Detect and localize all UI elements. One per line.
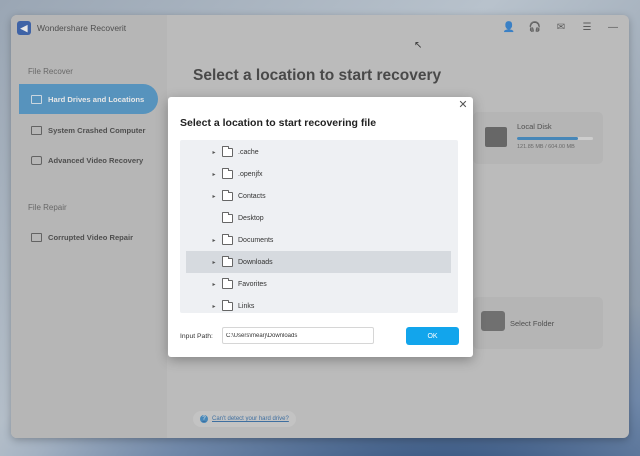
folder-icon xyxy=(222,255,233,267)
ok-button[interactable]: OK xyxy=(406,327,459,345)
tree-row-label: Favorites xyxy=(238,280,267,288)
dialog-title: Select a location to start recovering fi… xyxy=(180,117,377,129)
tree-row[interactable]: ▸ Documents xyxy=(186,229,451,251)
chevron-right-icon[interactable]: ▸ xyxy=(210,149,218,156)
tree-row[interactable]: ▸ Downloads xyxy=(186,251,451,273)
tree-row-label: Documents xyxy=(238,236,274,244)
input-path-label: Input Path: xyxy=(180,333,213,340)
tree-row-label: Links xyxy=(238,302,255,310)
folder-icon xyxy=(222,211,233,223)
tree-row-label: Contacts xyxy=(238,192,266,200)
chevron-right-icon[interactable]: ▸ xyxy=(210,193,218,200)
tree-row-label: Desktop xyxy=(238,214,264,222)
input-path-field[interactable] xyxy=(222,327,374,344)
chevron-right-icon[interactable]: ▸ xyxy=(210,281,218,288)
chevron-right-icon[interactable]: ▸ xyxy=(210,237,218,244)
folder-icon xyxy=(222,189,233,201)
tree-row[interactable]: ▸ Contacts xyxy=(186,185,451,207)
folder-icon xyxy=(222,167,233,179)
close-icon[interactable]: ✕ xyxy=(457,99,469,111)
tree-row-label: .openjfx xyxy=(238,170,263,178)
chevron-right-icon[interactable]: ▸ xyxy=(210,303,218,310)
folder-tree: ▸.cache▸.openjfx▸Contacts▸Desktop▸Docume… xyxy=(180,140,458,313)
mouse-cursor-icon: ↖ xyxy=(414,40,423,51)
tree-row-label: Downloads xyxy=(238,258,273,266)
chevron-right-icon[interactable]: ▸ xyxy=(210,171,218,178)
tree-row[interactable]: ▸Desktop xyxy=(186,207,451,229)
folder-icon xyxy=(222,277,233,289)
folder-icon xyxy=(222,299,233,311)
tree-row[interactable]: ▸ .openjfx xyxy=(186,163,451,185)
tree-row[interactable]: ▸ .cache xyxy=(186,141,451,163)
location-dialog: ✕ Select a location to start recovering … xyxy=(168,97,473,357)
tree-row[interactable]: ▸ Favorites xyxy=(186,273,451,295)
tree-row-label: .cache xyxy=(238,148,259,156)
folder-icon xyxy=(222,233,233,245)
tree-row[interactable]: ▸ Links xyxy=(186,295,451,313)
chevron-right-icon[interactable]: ▸ xyxy=(210,259,218,266)
folder-icon xyxy=(222,145,233,157)
